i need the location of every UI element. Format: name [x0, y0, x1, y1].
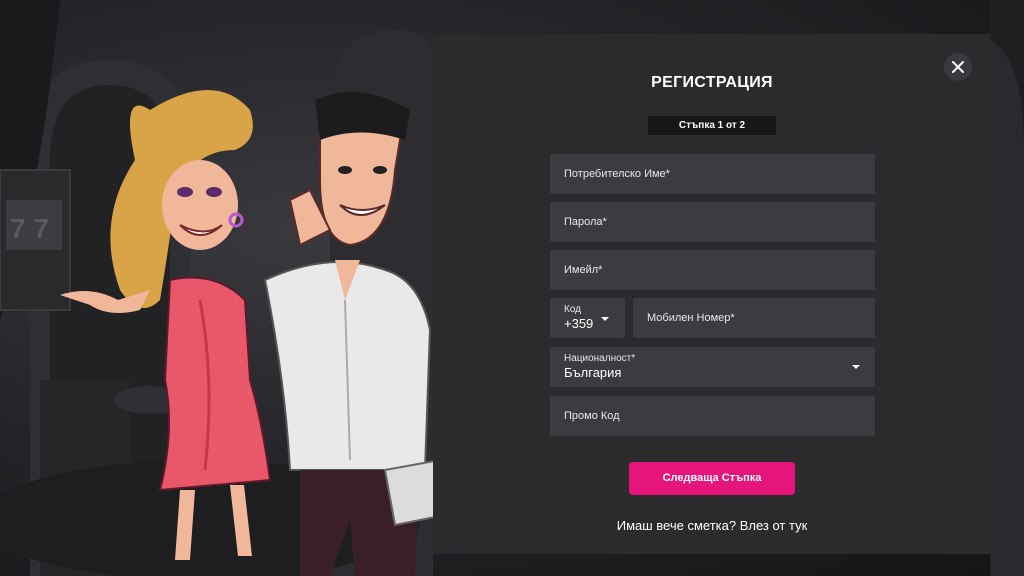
- password-placeholder: Парола*: [564, 216, 607, 228]
- country-code-select[interactable]: Код +359: [550, 298, 625, 338]
- mobile-placeholder: Мобилен Номер*: [647, 312, 735, 324]
- code-label: Код: [564, 304, 582, 315]
- nationality-value: България: [564, 365, 622, 380]
- username-placeholder: Потребителско Име*: [564, 168, 670, 180]
- promo-placeholder: Промо Код: [564, 410, 620, 422]
- chevron-down-icon: [601, 317, 609, 321]
- svg-text:7 7: 7 7: [10, 213, 49, 244]
- promo-code-field[interactable]: Промо Код: [550, 396, 875, 436]
- step-indicator: Стъпка 1 от 2: [648, 116, 776, 135]
- close-icon: [952, 61, 964, 73]
- username-field[interactable]: Потребителско Име*: [550, 154, 875, 194]
- email-placeholder: Имейл*: [564, 264, 603, 276]
- email-field[interactable]: Имейл*: [550, 250, 875, 290]
- login-prompt: Имаш вече сметка? Влез от тук: [433, 518, 991, 533]
- mobile-number-field[interactable]: Мобилен Номер*: [633, 298, 875, 338]
- login-link[interactable]: Имаш вече сметка? Влез от тук: [617, 518, 808, 533]
- registration-modal: РЕГИСТРАЦИЯ Стъпка 1 от 2 Потребителско …: [433, 34, 991, 554]
- code-value: +359: [564, 316, 594, 331]
- nationality-select[interactable]: Националност* България: [550, 347, 875, 387]
- registration-page: 7 7 РЕГИСТРАЦИЯ Стъпка 1 от 2 Потребител…: [0, 0, 1024, 576]
- next-step-button[interactable]: Следваща Стъпка: [629, 462, 795, 495]
- modal-title: РЕГИСТРАЦИЯ: [651, 74, 773, 91]
- password-field[interactable]: Парола*: [550, 202, 875, 242]
- nationality-label: Националност*: [564, 353, 636, 364]
- chevron-down-icon: [852, 365, 860, 369]
